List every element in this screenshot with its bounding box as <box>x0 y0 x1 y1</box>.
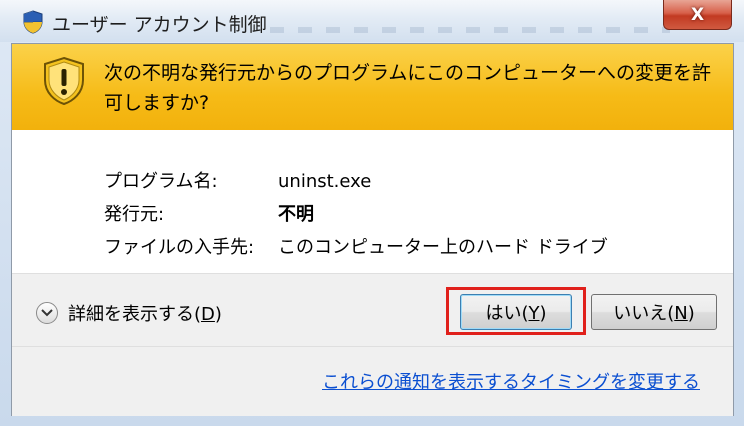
highlight-box <box>446 287 586 335</box>
publisher-row: 発行元: 不明 <box>104 200 314 226</box>
no-button[interactable]: いいえ(N) <box>591 294 717 330</box>
close-button[interactable]: X <box>663 0 732 30</box>
publisher-value: 不明 <box>278 204 314 225</box>
program-name-value: uninst.exe <box>278 171 372 192</box>
window-title: ユーザー アカウント制御 <box>52 14 267 36</box>
program-name-label: プログラム名: <box>104 171 218 192</box>
program-name-row: プログラム名: uninst.exe <box>104 167 371 193</box>
link-area: これらの通知を表示するタイミングを変更する <box>12 346 733 416</box>
warning-banner: 次の不明な発行元からのプログラムにこのコンピューターへの変更を許可しますか? <box>12 44 733 130</box>
warning-shield-icon <box>44 56 84 106</box>
close-icon: X <box>690 4 705 25</box>
file-origin-label: ファイルの入手先: <box>104 237 255 258</box>
uac-shield-icon <box>23 10 43 34</box>
button-area: 詳細を表示する(D) はい(Y) いいえ(N) <box>12 273 733 346</box>
dialog-content: 次の不明な発行元からのプログラムにこのコンピューターへの変更を許可しますか? プ… <box>11 43 734 416</box>
file-origin-value: このコンピューター上のハード ドライブ <box>278 237 608 258</box>
title-bar[interactable]: ユーザー アカウント制御 X <box>0 0 744 42</box>
title-bar-texture <box>270 27 670 33</box>
no-button-label: いいえ(N) <box>613 303 695 324</box>
file-origin-row: ファイルの入手先: このコンピューター上のハード ドライブ <box>104 233 608 259</box>
uac-dialog-window: ユーザー アカウント制御 X 次の不明な発行元からのプログラムにこのコンピュータ… <box>0 0 744 426</box>
show-details-toggle[interactable]: 詳細を表示する(D) <box>36 300 222 326</box>
prompt-message: 次の不明な発行元からのプログラムにこのコンピューターへの変更を許可しますか? <box>104 62 712 114</box>
change-notification-settings-link[interactable]: これらの通知を表示するタイミングを変更する <box>322 368 700 394</box>
publisher-label: 発行元: <box>104 204 165 225</box>
show-details-label: 詳細を表示する(D) <box>68 304 222 325</box>
chevron-down-icon <box>36 302 58 324</box>
